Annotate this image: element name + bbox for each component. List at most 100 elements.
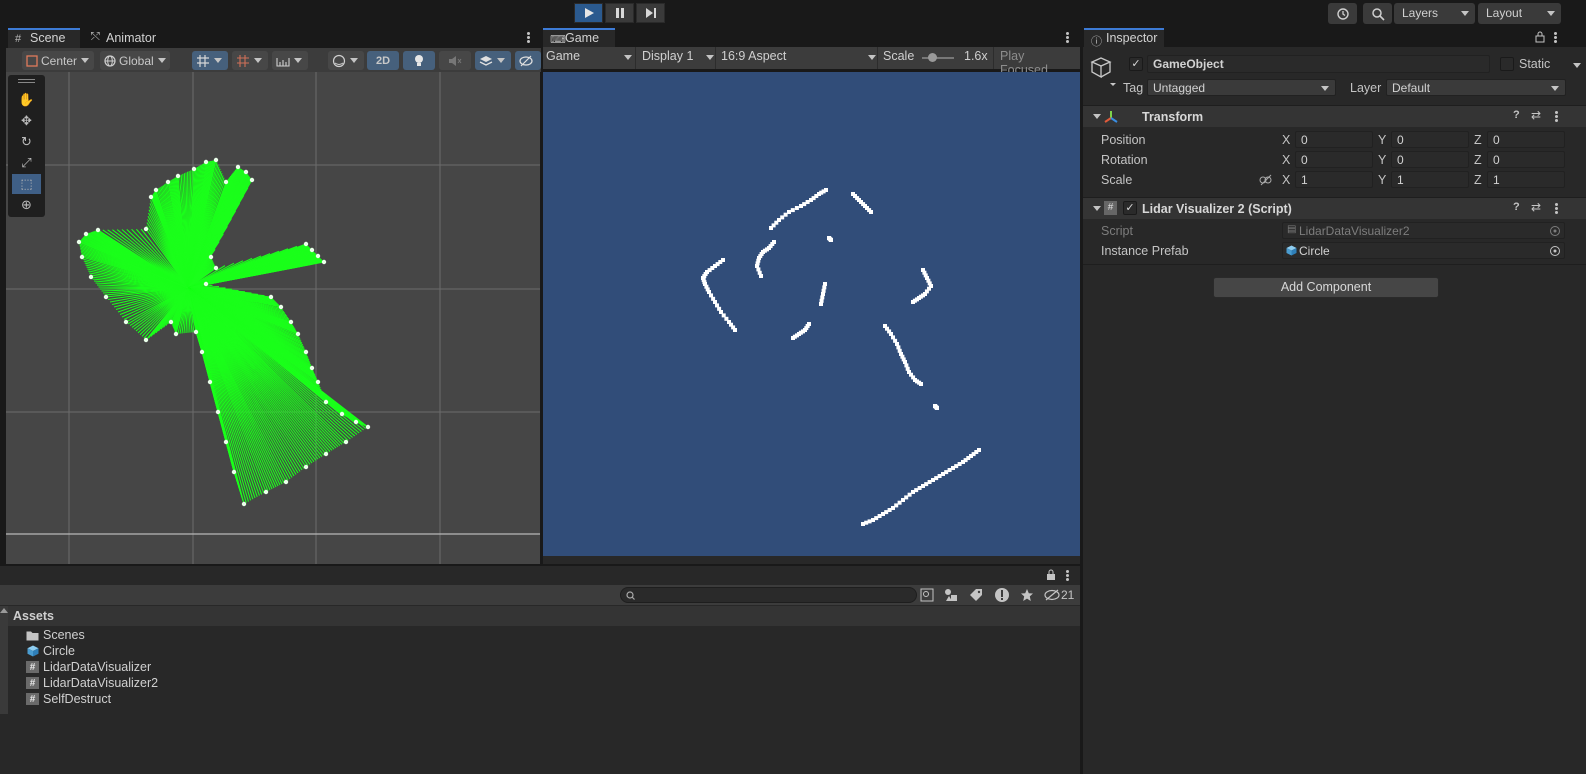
rotate-tool[interactable]: ↻ <box>12 132 41 152</box>
view-mode-dropdown[interactable]: Game <box>546 49 632 63</box>
scene-viewport[interactable] <box>6 72 540 564</box>
label-tag-icon[interactable] <box>969 588 983 602</box>
help-icon[interactable]: ? <box>1513 201 1520 213</box>
project-search-input[interactable] <box>620 587 917 603</box>
hidden-packages-icon[interactable] <box>1044 589 1060 601</box>
scale-tool[interactable]: ⤢ <box>12 153 41 173</box>
effects-button[interactable] <box>475 51 511 70</box>
lidar-point <box>819 302 823 306</box>
shading-mode-button[interactable] <box>328 51 364 70</box>
lidar-point <box>799 204 803 208</box>
scale-x-value: 1 <box>1301 173 1308 187</box>
scene-visibility-toggle[interactable] <box>515 51 541 70</box>
script-component-header[interactable]: # ✓ Lidar Visualizer 2 (Script) ? ⇄ <box>1083 197 1586 219</box>
tab-scene[interactable]: # Scene <box>8 28 80 48</box>
game-viewport[interactable] <box>543 72 1080 556</box>
display-dropdown[interactable]: Display 1 <box>635 47 715 69</box>
play-button[interactable] <box>574 3 603 23</box>
tab-animator[interactable]: ⤲ Animator <box>84 28 164 48</box>
object-name-field[interactable]: GameObject <box>1147 55 1490 73</box>
layout-dropdown[interactable]: Layout <box>1478 3 1561 24</box>
layers-dropdown[interactable]: Layers <box>1394 3 1475 24</box>
rotation-z-field[interactable]: 0 <box>1487 151 1565 168</box>
pause-button[interactable] <box>605 3 634 23</box>
audio-toggle[interactable] <box>439 51 471 70</box>
inspector-panel: ✓ GameObject Static Tag Untagged Layer D… <box>1083 47 1586 774</box>
asset-item-scenes[interactable]: Scenes <box>26 627 85 643</box>
object-picker-icon[interactable] <box>1549 225 1561 237</box>
transform-header[interactable]: Transform ? ⇄ <box>1083 105 1586 127</box>
preset-icon[interactable]: ⇄ <box>1531 200 1541 214</box>
animator-icon: ⤲ <box>91 31 100 43</box>
position-y-field[interactable]: 0 <box>1391 131 1469 148</box>
rotation-x-field[interactable]: 0 <box>1295 151 1373 168</box>
filter-type-icon[interactable] <box>944 588 958 602</box>
component-menu-icon[interactable] <box>1555 111 1558 122</box>
position-x-field[interactable]: 0 <box>1295 131 1373 148</box>
project-scrollbar[interactable] <box>0 606 8 714</box>
scale-y-field[interactable]: 1 <box>1391 171 1469 188</box>
script-enabled-checkbox[interactable]: ✓ <box>1123 201 1137 215</box>
lock-icon[interactable] <box>1046 569 1056 581</box>
history-button[interactable] <box>1328 3 1357 24</box>
aspect-dropdown[interactable]: 16:9 Aspect <box>715 47 877 69</box>
scene-canvas[interactable] <box>6 72 540 564</box>
search-by-type-icon[interactable] <box>920 588 934 602</box>
ruler-button[interactable] <box>272 51 308 70</box>
project-menu-icon[interactable] <box>1066 570 1069 581</box>
asset-item-selfdestruct[interactable]: # SelfDestruct <box>26 691 111 707</box>
asset-item-lidardatavisualizer[interactable]: # LidarDataVisualizer <box>26 659 151 675</box>
move-tool[interactable]: ✥ <box>12 111 41 131</box>
grid-snap-button[interactable] <box>192 51 228 70</box>
instance-prefab-field[interactable]: Circle <box>1282 242 1565 259</box>
search-button[interactable] <box>1363 3 1392 24</box>
active-checkbox[interactable]: ✓ <box>1129 57 1143 71</box>
scene-tabbar: # Scene ⤲ Animator <box>0 28 541 48</box>
scroll-up-icon[interactable] <box>0 608 8 613</box>
position-x-label: X <box>1282 133 1291 147</box>
rect-tool[interactable]: ⬚ <box>12 174 41 194</box>
help-icon[interactable]: ? <box>1513 109 1520 121</box>
pivot-dropdown[interactable]: Center <box>22 51 94 70</box>
scale-slider-thumb[interactable] <box>928 53 937 62</box>
lidar-hit <box>103 294 109 300</box>
static-dropdown-icon[interactable] <box>1573 63 1581 68</box>
scene-menu-icon[interactable] <box>527 32 530 43</box>
component-menu-icon[interactable] <box>1555 203 1558 214</box>
add-component-button[interactable]: Add Component <box>1213 277 1439 298</box>
warning-icon[interactable] <box>994 587 1010 603</box>
star-icon[interactable] <box>1020 588 1034 602</box>
play-focused-dropdown[interactable]: Play Focused <box>993 47 1080 77</box>
rotation-y-field[interactable]: 0 <box>1391 151 1469 168</box>
step-button[interactable] <box>636 3 665 23</box>
hand-tool[interactable]: ✋ <box>12 90 41 110</box>
lidar-point <box>869 210 873 214</box>
inspector-menu-icon[interactable] <box>1554 32 1557 43</box>
lidar-point <box>790 208 795 213</box>
lighting-toggle[interactable] <box>403 51 435 70</box>
transform-tool[interactable]: ⊕ <box>12 195 41 215</box>
space-dropdown[interactable]: Global <box>100 51 170 70</box>
layer-dropdown[interactable]: Default <box>1386 79 1566 96</box>
scale-z-field[interactable]: 1 <box>1487 171 1565 188</box>
tag-dropdown[interactable]: Untagged <box>1147 79 1336 96</box>
scale-x-field[interactable]: 1 <box>1295 171 1373 188</box>
lidar-hit <box>353 419 359 425</box>
game-menu-icon[interactable] <box>1066 32 1069 43</box>
increment-snap-button[interactable] <box>232 51 268 70</box>
assets-header[interactable]: Assets <box>8 606 1080 626</box>
object-picker-icon[interactable] <box>1549 245 1561 257</box>
mode-2d-toggle[interactable]: 2D <box>367 51 399 70</box>
static-checkbox[interactable] <box>1500 57 1514 71</box>
preset-icon[interactable]: ⇄ <box>1531 108 1541 122</box>
tab-game[interactable]: ⌨ Game <box>543 28 615 48</box>
link-icon[interactable] <box>1259 174 1273 186</box>
tab-inspector[interactable]: ⓘ Inspector <box>1084 28 1164 48</box>
position-z-field[interactable]: 0 <box>1487 131 1565 148</box>
asset-item-circle[interactable]: Circle <box>26 643 75 659</box>
lock-icon[interactable] <box>1535 31 1545 43</box>
game-canvas[interactable] <box>543 72 1080 556</box>
asset-item-lidardatavisualizer2[interactable]: # LidarDataVisualizer2 <box>26 675 158 691</box>
scale-slider[interactable] <box>922 57 954 59</box>
lidar-point <box>829 238 833 242</box>
